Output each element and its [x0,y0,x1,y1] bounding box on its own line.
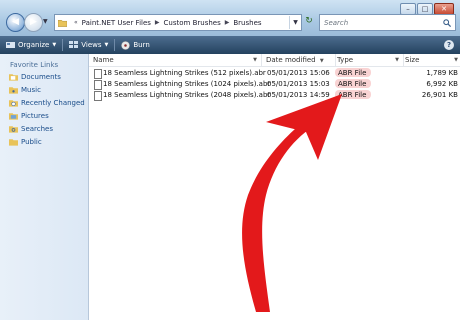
breadcrumb-paintnet-user-files[interactable]: Paint.NET User Files [82,19,151,27]
search-input[interactable]: Search [320,19,348,27]
sidebar-item-documents[interactable]: Documents [9,73,61,81]
file-date: 05/01/2013 15:06 [267,69,330,77]
file-size: 26,901 KB [421,91,458,99]
sort-dropdown-icon[interactable]: ▼ [395,54,399,66]
arrow-shaft [242,108,322,312]
forward-button[interactable]: ▶ [24,13,43,32]
forward-arrow-icon: ▶ [30,17,37,27]
column-header-row: Name ▼ Date modified ▼ Type ▼ Size ▼ [89,54,460,67]
sidebar-item-label: Documents [21,73,61,81]
public-folder-icon [9,139,18,146]
file-icon [94,91,102,101]
views-button[interactable]: Views ▼ [63,41,114,49]
column-header-date-modified[interactable]: Date modified ▼ [266,54,336,66]
column-date-label: Date modified [266,56,316,64]
search-icon[interactable] [443,18,451,27]
documents-icon [9,74,18,81]
sort-dropdown-icon[interactable]: ▼ [320,58,324,64]
organize-button[interactable]: Organize ▼ [0,41,62,49]
music-icon [9,87,18,94]
column-size-label: Size [405,56,420,64]
sidebar-item-recently-changed[interactable]: Recently Changed [9,99,85,107]
file-icon [94,80,102,90]
column-type-label: Type [337,56,354,64]
address-bar[interactable]: « Paint.NET User Files ▶ Custom Brushes … [54,14,302,31]
help-icon[interactable]: ? [444,40,454,50]
favorite-links-header: Favorite Links [10,61,59,69]
explorer-window: – □ ✕ ◀ ▶ ▼ « Paint.NET User Files ▶ Cus… [0,0,460,320]
file-name: 18 Seamless Lightning Strikes (2048 pixe… [103,91,271,99]
breadcrumb-custom-brushes[interactable]: Custom Brushes [164,19,221,27]
breadcrumb-separator[interactable]: ▶ [225,19,230,26]
sidebar-item-label: Searches [21,125,54,133]
file-date: 05/01/2013 15:03 [267,80,330,88]
views-label: Views [81,41,102,49]
folder-icon [58,19,67,27]
file-row[interactable]: 18 Seamless Lightning Strikes (2048 pixe… [89,90,460,101]
refresh-icon: ↻ [305,16,313,26]
file-type: ABR File [338,80,367,88]
address-dropdown-button[interactable]: ▼ [289,16,301,29]
breadcrumb-separator: « [74,19,78,26]
sort-dropdown-icon[interactable]: ▼ [253,54,257,66]
file-type: ABR File [338,91,367,99]
file-size: 1,789 KB [426,69,458,77]
sidebar-item-public[interactable]: Public [9,138,42,146]
chevron-down-icon: ▼ [104,42,109,48]
navigation-pane: Favorite Links Documents Music Recently … [0,54,89,320]
disc-icon [121,40,131,50]
sidebar-item-label: Music [21,86,41,94]
file-name: 18 Seamless Lightning Strikes (1024 pixe… [103,80,271,88]
file-name: 18 Seamless Lightning Strikes (512 pixel… [103,69,266,77]
title-bar: – □ ✕ ◀ ▶ ▼ « Paint.NET User Files ▶ Cus… [0,0,460,36]
file-type: ABR File [338,69,367,77]
breadcrumb-separator[interactable]: ▶ [155,19,160,26]
sidebar-item-label: Pictures [21,112,49,120]
searches-icon [9,126,18,133]
arrow-head [266,94,342,160]
chevron-down-icon: ▼ [52,42,57,48]
column-header-type[interactable]: Type ▼ [337,54,404,66]
burn-button[interactable]: Burn [115,40,155,50]
search-box[interactable]: Search [319,14,456,31]
burn-label: Burn [133,41,150,49]
organize-icon [6,42,15,48]
breadcrumb-brushes[interactable]: Brushes [233,19,261,27]
organize-label: Organize [18,41,50,49]
back-arrow-icon: ◀ [12,17,19,27]
recent-pages-dropdown[interactable]: ▼ [43,18,48,25]
views-icon [69,41,79,48]
file-row[interactable]: 18 Seamless Lightning Strikes (512 pixel… [89,68,460,79]
sidebar-item-label: Recently Changed [21,99,85,107]
file-row[interactable]: 18 Seamless Lightning Strikes (1024 pixe… [89,79,460,90]
sidebar-item-label: Public [21,138,42,146]
sidebar-item-searches[interactable]: Searches [9,125,53,133]
column-header-size[interactable]: Size ▼ [405,54,460,66]
column-name-label: Name [93,56,114,64]
file-icon [94,69,102,79]
back-button[interactable]: ◀ [6,13,25,32]
refresh-button[interactable]: ↻ [302,14,316,29]
file-date: 05/01/2013 14:59 [267,91,330,99]
file-size: 6,992 KB [426,80,458,88]
pictures-icon [9,113,18,120]
column-header-name[interactable]: Name ▼ [93,54,262,66]
sidebar-item-pictures[interactable]: Pictures [9,112,49,120]
recently-changed-icon [9,100,18,107]
sort-dropdown-icon[interactable]: ▼ [454,54,458,66]
command-toolbar: Organize ▼ Views ▼ Burn ? [0,36,460,54]
sidebar-item-music[interactable]: Music [9,86,41,94]
